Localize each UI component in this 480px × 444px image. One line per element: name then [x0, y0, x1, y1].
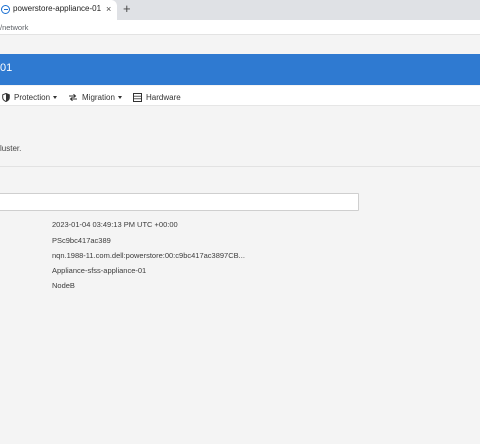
detail-value-serial: PSc9bc417ac389 — [52, 236, 111, 245]
nav-protection[interactable]: Protection — [2, 91, 58, 103]
filter-input[interactable] — [0, 193, 359, 211]
detail-value-appliance: Appliance-sfss-appliance-01 — [52, 266, 147, 275]
main-content: luster. 2023-01-04 03:49:13 PM UTC +00:0… — [0, 107, 480, 444]
close-tab-icon[interactable]: × — [106, 3, 111, 15]
browser-tab[interactable]: powerstore-appliance-01 × — [0, 0, 117, 20]
hardware-icon — [133, 92, 142, 102]
migration-icon — [69, 93, 77, 101]
chevron-down-icon — [117, 95, 122, 99]
browser-tabstrip: powerstore-appliance-01 × + — [0, 0, 480, 20]
shield-icon — [2, 92, 10, 102]
detail-value-nqn: nqn.1988-11.com.dell:powerstore:00:c9bc4… — [52, 251, 245, 260]
nav-hardware-label: Hardware — [146, 92, 181, 102]
detail-value-timestamp: 2023-01-04 03:49:13 PM UTC +00:00 — [52, 220, 178, 229]
divider — [0, 166, 480, 167]
detail-value-node: NodeB — [52, 281, 75, 290]
nav-bar: Protection Migration Hardware — [0, 86, 480, 106]
chevron-down-icon — [53, 95, 58, 99]
page-description: luster. — [0, 144, 22, 153]
new-tab-button[interactable]: + — [123, 1, 131, 17]
nav-migration[interactable]: Migration — [68, 91, 122, 103]
dell-favicon-icon — [1, 5, 10, 14]
page-title: 01 — [0, 62, 13, 74]
nav-migration-label: Migration — [82, 92, 115, 102]
address-url[interactable]: /network — [0, 23, 28, 32]
nav-protection-label: Protection — [14, 92, 51, 102]
app-header: 01 — [0, 54, 480, 85]
nav-hardware[interactable]: Hardware — [133, 91, 181, 103]
address-bar[interactable]: /network — [0, 20, 480, 35]
browser-tab-title: powerstore-appliance-01 — [13, 4, 102, 13]
